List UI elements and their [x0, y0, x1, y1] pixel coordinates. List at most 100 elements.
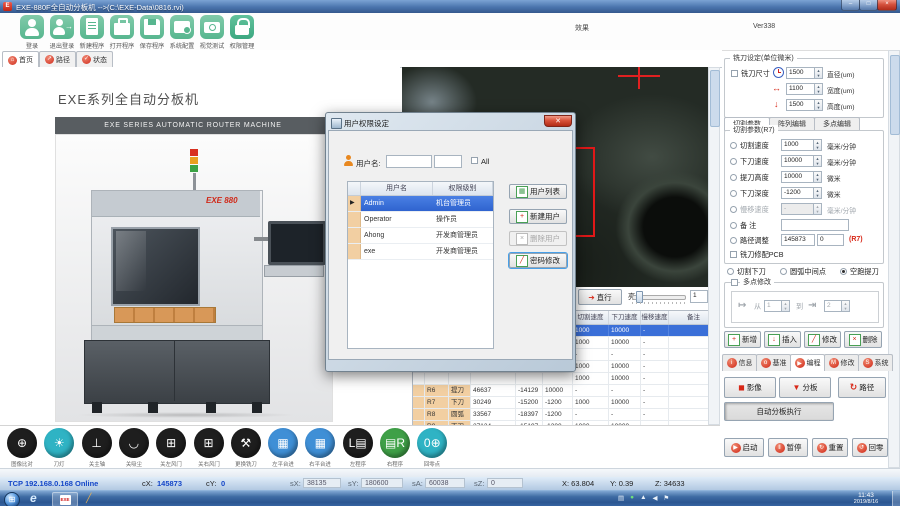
pcb-trim-checkbox[interactable]	[730, 251, 737, 258]
tray-volume-icon[interactable]: ◀	[653, 494, 658, 502]
insert-button[interactable]: ↓插入	[764, 331, 801, 348]
toolbar-logout[interactable]: → 退出登录	[47, 15, 77, 50]
plunge-depth-spinner[interactable]: ▴▾	[813, 187, 822, 199]
machine-function-button[interactable]: ⊞关左风门	[154, 428, 188, 468]
tray-window-icon[interactable]: ▤	[618, 494, 624, 502]
right-scrollbar[interactable]	[888, 50, 900, 468]
start-button[interactable]: ⊞	[4, 492, 20, 506]
path-adjust-x[interactable]: 145873	[781, 234, 815, 246]
minimize-button[interactable]: –	[841, 0, 860, 11]
machine-function-button[interactable]: L▤左程序	[341, 428, 375, 468]
dialog-titlebar[interactable]: 用户权限设定 ✕	[328, 115, 573, 130]
toolbar-permissions[interactable]: 权限管理	[227, 15, 257, 50]
tab-path[interactable]: ↗ 路径	[39, 51, 76, 67]
cut-table-row[interactable]: R7下刀30249-15200-1200100010000-	[413, 397, 719, 409]
window-titlebar[interactable]: E EXE-880F全自动分板机 -->(C:\EXE-Data\0816.rv…	[0, 0, 900, 14]
lift-height-input[interactable]: 10000	[781, 171, 814, 183]
tab-programming[interactable]: ▶编程	[790, 354, 825, 371]
maximize-button[interactable]: □	[859, 0, 878, 11]
plunge-speed-radio[interactable]	[730, 158, 737, 165]
dialog-close-button[interactable]: ✕	[544, 115, 572, 127]
height-spinner[interactable]: ▴▾	[814, 99, 823, 111]
width-spinner[interactable]: ▴▾	[814, 83, 823, 95]
taskbar-app-button[interactable]: EXE	[52, 492, 78, 506]
toolbar-system-config[interactable]: 系统配置	[167, 15, 197, 50]
path-adjust-y[interactable]: 0	[817, 234, 844, 246]
user-row[interactable]: Ahong开发商管理员	[348, 228, 493, 244]
note-input[interactable]	[781, 219, 849, 231]
tab-home[interactable]: ⌂ 首页	[2, 51, 39, 68]
auto-split-run-button[interactable]: 自动分板执行	[724, 402, 834, 421]
mode-cut-plunge-radio[interactable]	[727, 268, 734, 275]
cut-table-row[interactable]: R8圆弧33567-18397-1200---	[413, 409, 719, 421]
machine-function-button[interactable]: 0⊕回零点	[415, 428, 449, 468]
tray-shield-icon[interactable]: ▲	[640, 494, 646, 502]
system-tray[interactable]: ▤ ● ▲ ◀ ⚑	[618, 494, 669, 502]
delete-user-button[interactable]: × 删除用户	[509, 231, 567, 246]
toolbar-open-program[interactable]: 打开程序	[107, 15, 137, 50]
mode-air-lift-radio[interactable]	[840, 268, 847, 275]
width-input[interactable]: 1100	[786, 83, 815, 95]
close-button[interactable]: ×	[877, 0, 897, 11]
path-adjust-radio[interactable]	[730, 237, 737, 244]
lift-height-radio[interactable]	[730, 174, 737, 181]
user-list-button[interactable]: ▦ 用户列表	[509, 184, 567, 199]
cut-table-row[interactable]: 100010000-	[413, 373, 719, 385]
diameter-spinner[interactable]: ▴▾	[814, 67, 823, 79]
machine-function-button[interactable]: ⊥关主轴	[80, 428, 114, 468]
run-line-button[interactable]: ➔ 直行	[578, 289, 622, 305]
paint-icon[interactable]: ╱	[86, 493, 91, 504]
tab-info[interactable]: i信息	[722, 354, 757, 371]
tab-system[interactable]: S系统	[858, 354, 893, 371]
reset-button[interactable]: ↻重置	[812, 438, 848, 457]
machine-function-button[interactable]: ▦右平台进	[303, 428, 337, 468]
tab-status[interactable]: ✓ 状态	[76, 51, 113, 67]
machine-function-button[interactable]: ▤R右程序	[378, 428, 412, 468]
brightness-value[interactable]: 1	[690, 290, 708, 303]
pause-button[interactable]: ‖暂停	[768, 438, 808, 457]
tab-multipoint-edit[interactable]: 多点编辑	[814, 117, 860, 131]
toolbar-login[interactable]: 登录	[17, 15, 47, 50]
mode-arc-mid-radio[interactable]	[780, 268, 787, 275]
plunge-speed-spinner[interactable]: ▴▾	[813, 155, 822, 167]
home-zero-button[interactable]: ↺回零	[852, 438, 888, 457]
plunge-depth-radio[interactable]	[730, 190, 737, 197]
ie-icon[interactable]: e	[30, 491, 37, 505]
machine-function-button[interactable]: ▦左平台进	[266, 428, 300, 468]
change-password-button[interactable]: ╱ 密码修改	[509, 253, 567, 268]
username-input[interactable]	[386, 155, 432, 168]
note-radio[interactable]	[730, 222, 737, 229]
cut-table-row[interactable]: R6提刀46637-1412910000---	[413, 385, 719, 397]
start-button[interactable]: ▶启动	[724, 438, 764, 457]
toolbar-new-program[interactable]: 新建程序	[77, 15, 107, 50]
machine-function-button[interactable]: ◡关吸尘	[117, 428, 151, 468]
multi-edit-checkbox[interactable]	[731, 279, 738, 286]
machine-function-button[interactable]: ⊞关右风门	[192, 428, 226, 468]
tab-datum[interactable]: o基准	[756, 354, 791, 371]
tool-size-checkbox[interactable]	[731, 70, 738, 77]
toolbar-save-program[interactable]: 保存程序	[137, 15, 167, 50]
tab-modify[interactable]: M修改	[824, 354, 859, 371]
user-row[interactable]: Operator操作员	[348, 212, 493, 228]
lift-height-spinner[interactable]: ▴▾	[813, 171, 822, 183]
show-desktop-button[interactable]	[892, 491, 900, 506]
plunge-speed-input[interactable]: 10000	[781, 155, 814, 167]
machine-function-button[interactable]: ⊕图像比对	[5, 428, 39, 468]
tray-flag-icon[interactable]: ⚑	[664, 494, 670, 502]
cut-speed-spinner[interactable]: ▴▾	[813, 139, 822, 151]
cut-speed-radio[interactable]	[730, 142, 737, 149]
user-row[interactable]: ▶Admin机台管理员	[348, 196, 493, 212]
delete-button[interactable]: ×删除	[844, 331, 882, 348]
middle-scrollbar[interactable]	[708, 67, 720, 425]
password-input[interactable]	[434, 155, 462, 168]
machine-function-button[interactable]: ⚒更换铣刀	[229, 428, 263, 468]
new-user-button[interactable]: + 新建用户	[509, 209, 567, 224]
all-checkbox[interactable]	[471, 157, 478, 164]
path-button[interactable]: ↻ 路径	[838, 377, 886, 398]
toolbar-vision-test[interactable]: 视觉测试	[197, 15, 227, 50]
cut-speed-input[interactable]: 1000	[781, 139, 814, 151]
diameter-input[interactable]: 1500	[786, 67, 815, 79]
height-input[interactable]: 1500	[786, 99, 815, 111]
user-row[interactable]: exe开发商管理员	[348, 244, 493, 260]
image-button[interactable]: ◼ 影像	[724, 377, 776, 398]
